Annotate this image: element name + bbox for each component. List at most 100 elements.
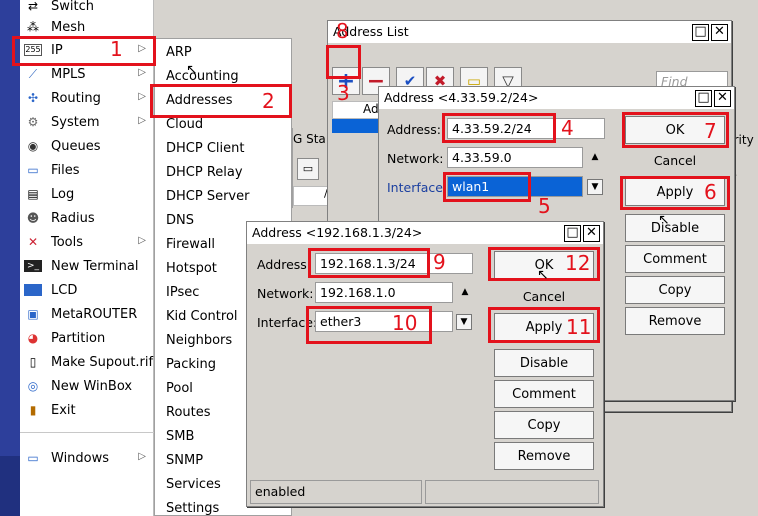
menu-item-new-winbox[interactable]: ◎ New WinBox <box>20 374 154 398</box>
dropdown-arrow-icon[interactable]: ▼ <box>587 179 603 195</box>
step-number: 2 <box>262 89 275 113</box>
submenu-item-services[interactable]: Services <box>166 477 221 492</box>
menu-item-new-terminal[interactable]: >_ New Terminal <box>20 254 154 278</box>
address-window-titlebar[interactable]: Address <4.33.59.2/24> □ ✕ <box>379 87 734 109</box>
table-row[interactable] <box>332 119 381 133</box>
menu-item-metarouter[interactable]: ▣ MetaROUTER <box>20 302 154 326</box>
address-label: Address: <box>387 122 441 137</box>
menu-item-windows[interactable]: ▭ Windows ▷ <box>20 446 154 470</box>
submenu-item-ipsec[interactable]: IPsec <box>166 285 199 300</box>
comment-button[interactable]: Comment <box>625 245 725 273</box>
winbox-icon: ◎ <box>27 379 39 393</box>
disable-button[interactable]: Disable <box>494 349 594 377</box>
menu-item-system[interactable]: ⚙ System ▷ <box>20 110 154 134</box>
network-input[interactable]: 192.168.1.0 <box>315 282 453 303</box>
network-input[interactable]: 4.33.59.0 <box>447 147 583 168</box>
step-number: 12 <box>565 251 591 275</box>
submenu-item-snmp[interactable]: SNMP <box>166 453 203 468</box>
windows-icon: ▭ <box>27 451 39 465</box>
menu-item-log[interactable]: ▤ Log <box>20 182 154 206</box>
close-icon[interactable]: ✕ <box>714 90 731 107</box>
menu-item-queues[interactable]: ◉ Queues <box>20 134 154 158</box>
step-number: 11 <box>566 315 592 339</box>
note-icon[interactable]: ▭ <box>297 158 319 180</box>
maximize-icon[interactable]: □ <box>692 24 709 41</box>
submenu-item-arp[interactable]: ARP <box>166 45 192 60</box>
disable-button[interactable]: Disable <box>625 214 725 242</box>
mesh-icon: ⁂ <box>27 20 39 34</box>
menu-item-routing[interactable]: ✣ Routing ▷ <box>20 86 154 110</box>
status-bar-secondary <box>425 480 599 504</box>
submenu-arrow-icon: ▷ <box>138 91 146 102</box>
system-icon: ⚙ <box>27 115 39 129</box>
address-label: Address: <box>257 257 311 272</box>
highlight-add-button <box>326 45 361 79</box>
submenu-item-dhcp-relay[interactable]: DHCP Relay <box>166 165 243 180</box>
remove-button[interactable]: Remove <box>625 307 725 335</box>
remove-button[interactable]: Remove <box>494 442 594 470</box>
address-window-titlebar[interactable]: Address <192.168.1.3/24> □ ✕ <box>247 222 603 244</box>
queues-icon: ◉ <box>27 139 39 153</box>
highlight-ip <box>12 36 156 66</box>
network-label: Network: <box>387 151 444 166</box>
step-number: 7 <box>704 119 717 143</box>
submenu-item-neighbors[interactable]: Neighbors <box>166 333 232 348</box>
close-icon[interactable]: ✕ <box>711 24 728 41</box>
menu-item-tools[interactable]: ✕ Tools ▷ <box>20 230 154 254</box>
maximize-icon[interactable]: □ <box>695 90 712 107</box>
submenu-item-packing[interactable]: Packing <box>166 357 216 372</box>
submenu-item-hotspot[interactable]: Hotspot <box>166 261 217 276</box>
mouse-cursor-icon: ↖ <box>186 62 198 78</box>
highlight-address-input <box>442 113 556 143</box>
mpls-icon: ⟋ <box>28 67 38 81</box>
submenu-item-settings[interactable]: Settings <box>166 501 219 516</box>
routing-icon: ✣ <box>27 91 39 105</box>
network-label: Network: <box>257 286 314 301</box>
background-tab-label: G Sta <box>293 132 326 146</box>
submenu-arrow-icon: ▷ <box>138 115 146 126</box>
highlight-address-input-2 <box>308 248 430 278</box>
menu-item-exit[interactable]: ▮ Exit <box>20 398 154 422</box>
interface-label: Interface: <box>387 180 448 195</box>
menu-item-lcd[interactable]: LCD <box>20 278 154 302</box>
submenu-item-accounting[interactable]: Accounting <box>166 69 239 84</box>
status-bar: enabled <box>250 480 422 504</box>
submenu-item-kid-control[interactable]: Kid Control <box>166 309 238 324</box>
maximize-icon[interactable]: □ <box>564 225 581 242</box>
submenu-item-pool[interactable]: Pool <box>166 381 193 396</box>
submenu-arrow-icon: ▷ <box>138 235 146 246</box>
step-number: 5 <box>538 194 551 218</box>
cancel-button[interactable]: Cancel <box>625 153 725 168</box>
close-icon[interactable]: ✕ <box>583 225 600 242</box>
submenu-item-dns[interactable]: DNS <box>166 213 194 228</box>
menu-item-partition[interactable]: ◕ Partition <box>20 326 154 350</box>
submenu-item-dhcp-client[interactable]: DHCP Client <box>166 141 244 156</box>
window-title: Address <4.33.59.2/24> <box>384 90 539 105</box>
submenu-item-cloud[interactable]: Cloud <box>166 117 203 132</box>
mouse-cursor-icon: ↖ <box>658 212 670 228</box>
address-list-titlebar[interactable]: Address List □ ✕ <box>328 21 731 43</box>
cancel-button[interactable]: Cancel <box>494 289 594 304</box>
collapse-up-icon[interactable]: ▲ <box>459 286 471 298</box>
copy-button[interactable]: Copy <box>625 276 725 304</box>
submenu-item-smb[interactable]: SMB <box>166 429 194 444</box>
submenu-arrow-icon: ▷ <box>138 67 146 78</box>
collapse-up-icon[interactable]: ▲ <box>589 151 601 163</box>
submenu-item-dhcp-server[interactable]: DHCP Server <box>166 189 249 204</box>
dropdown-arrow-icon[interactable]: ▼ <box>456 314 472 330</box>
mouse-cursor-icon: ↖ <box>537 267 549 283</box>
window-title: Address <192.168.1.3/24> <box>252 225 423 240</box>
menu-item-files[interactable]: ▭ Files <box>20 158 154 182</box>
copy-button[interactable]: Copy <box>494 411 594 439</box>
submenu-item-routes[interactable]: Routes <box>166 405 211 420</box>
terminal-icon: >_ <box>24 260 42 272</box>
menu-item-make-supout[interactable]: ▯ Make Supout.rif <box>20 350 154 374</box>
step-number: 9 <box>433 250 446 274</box>
main-menu: ⇄ Switch ⁂ Mesh 255 IP ▷ ⟋ MPLS ▷ ✣ Routing ▷ ⚙ S… <box>20 0 154 516</box>
submenu-item-firewall[interactable]: Firewall <box>166 237 215 252</box>
step-number: 10 <box>392 311 418 335</box>
menu-item-radius[interactable]: ☻ Radius <box>20 206 154 230</box>
comment-button[interactable]: Comment <box>494 380 594 408</box>
lcd-icon <box>24 284 42 296</box>
step-number: 8 <box>336 19 349 43</box>
